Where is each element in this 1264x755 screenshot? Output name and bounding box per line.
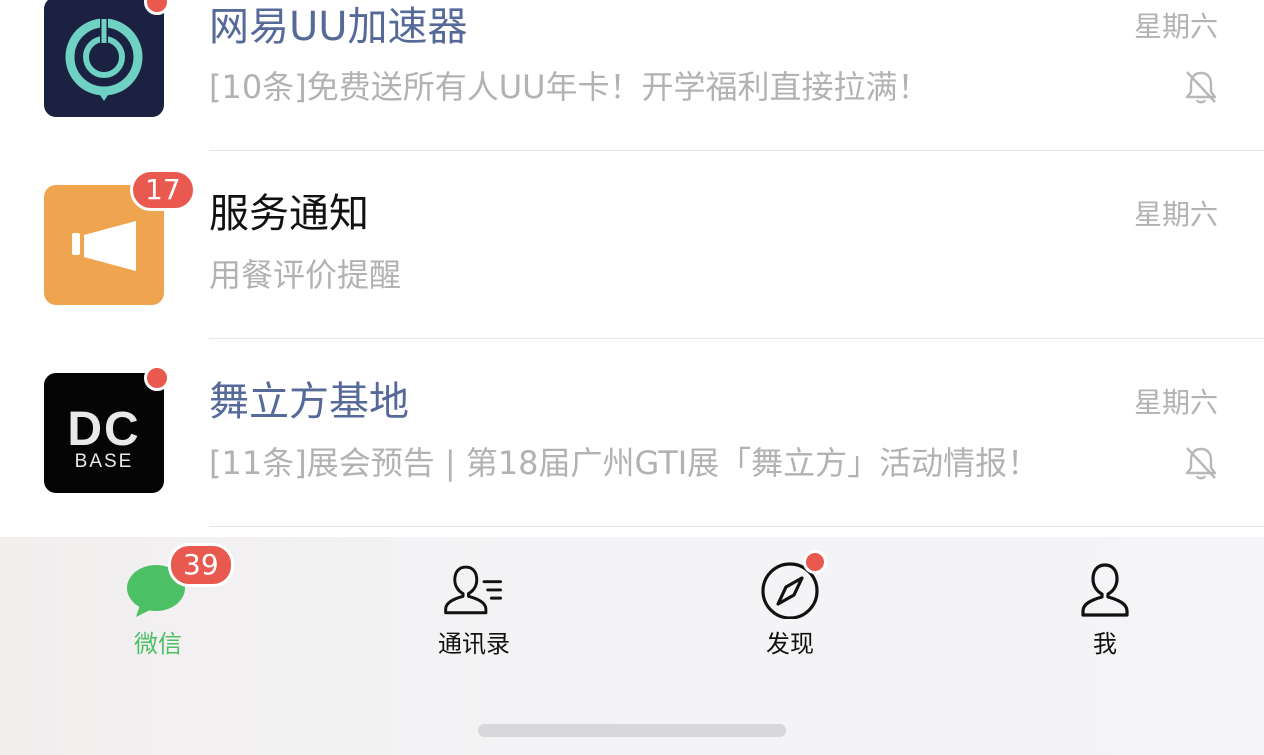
avatar-service[interactable]: 17 [44, 169, 196, 305]
chat-preview: [10条]免费送所有人UU年卡！开学福利直接拉满！ [209, 68, 930, 106]
chat-row-uu[interactable]: 网易UU加速器 星期六 [10条]免费送所有人UU年卡！开学福利直接拉满！ [0, 0, 1264, 151]
tab-label: 微信 [134, 630, 182, 658]
unread-dot [144, 365, 170, 391]
unread-total-badge: 39 [168, 543, 234, 587]
unread-count-badge: 17 [130, 169, 196, 211]
tab-contacts[interactable]: 通讯录 [374, 537, 574, 677]
discover-dot [803, 550, 827, 574]
tab-discover[interactable]: 发现 [690, 537, 890, 677]
chat-row-dcbase[interactable]: DC BASE 舞立方基地 星期六 [11条]展会预告 | 第18届广州GTI展… [0, 338, 1264, 527]
chat-list: 网易UU加速器 星期六 [10条]免费送所有人UU年卡！开学福利直接拉满！ 17… [0, 0, 1264, 537]
row-divider [209, 526, 1264, 527]
avatar-uu[interactable] [44, 0, 170, 117]
uu-booster-logo [65, 17, 143, 101]
tab-bar: 39 微信 通讯录 发现 我 [0, 537, 1264, 755]
mute-bell-icon [1185, 71, 1217, 104]
chat-name: 舞立方基地 [209, 379, 409, 425]
chat-name: 网易UU加速器 [209, 4, 468, 50]
tab-label: 通讯录 [438, 630, 510, 658]
home-indicator[interactable] [478, 724, 786, 737]
chat-name: 服务通知 [209, 191, 369, 237]
tab-label: 我 [1093, 630, 1117, 658]
dcbase-logo-base: BASE [75, 451, 134, 472]
contacts-icon [444, 565, 502, 615]
dcbase-logo-dc: DC [67, 403, 140, 456]
dcbase-logo: DC BASE [67, 403, 140, 472]
chat-time: 星期六 [1133, 198, 1218, 231]
chat-time: 星期六 [1133, 386, 1218, 419]
chat-preview: [11条]展会预告 | 第18届广州GTI展「舞立方」活动情报！ [209, 444, 1040, 482]
avatar-dcbase[interactable]: DC BASE [44, 365, 170, 493]
mute-bell-icon [1185, 447, 1217, 480]
tab-me[interactable]: 我 [1005, 537, 1205, 677]
tab-label: 发现 [766, 630, 814, 658]
chat-time: 星期六 [1133, 10, 1218, 43]
tab-chats[interactable]: 39 微信 [58, 537, 258, 677]
person-icon [1081, 563, 1129, 617]
chat-row-service[interactable]: 17 服务通知 星期六 用餐评价提醒 [0, 150, 1264, 339]
chat-preview: 用餐评价提醒 [209, 256, 402, 294]
